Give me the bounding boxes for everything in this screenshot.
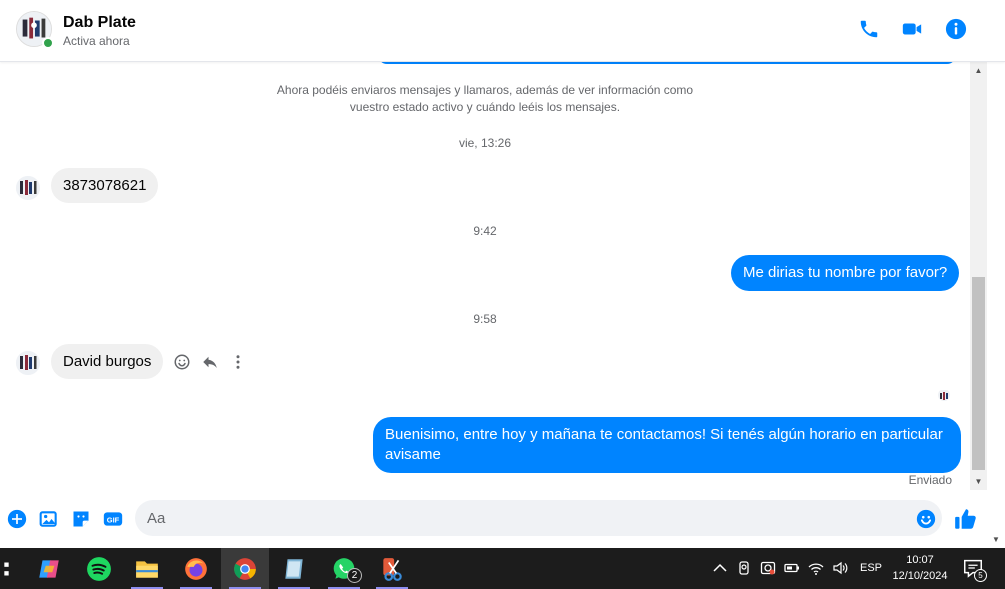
sync-tray-icon [760, 561, 776, 575]
reply-button[interactable] [199, 351, 221, 373]
vertical-dots-icon [236, 355, 240, 369]
conversation-info-button[interactable] [944, 17, 968, 41]
chrome-icon [234, 557, 256, 580]
message-composer: GIF [0, 490, 1005, 548]
svg-text:GIF: GIF [107, 515, 120, 524]
seen-indicator-avatar [938, 389, 950, 401]
show-hidden-icons-button[interactable] [710, 558, 730, 578]
taskbar-snipping-tool[interactable] [368, 548, 416, 589]
messenger-window: Dab Plate Activa ahora Ahora podéis envi… [0, 0, 1005, 589]
clock-time: 10:07 [906, 554, 934, 566]
taskbar-firefox[interactable] [172, 548, 220, 589]
grid-icon [4, 562, 9, 575]
send-like-button[interactable] [953, 506, 979, 532]
video-camera-icon [902, 23, 922, 35]
notification-count-badge: 5 [974, 569, 987, 582]
sticker-button[interactable] [70, 508, 92, 530]
tray-sync-app[interactable] [758, 558, 778, 578]
online-indicator [42, 37, 54, 49]
wifi-icon [808, 563, 824, 575]
thumbs-up-icon [955, 509, 976, 529]
gif-button[interactable]: GIF [102, 508, 124, 530]
tray-volume[interactable] [830, 558, 850, 578]
reply-arrow-icon [203, 356, 217, 368]
incoming-message[interactable]: 3873078621 [51, 168, 159, 203]
image-icon [39, 511, 57, 527]
timestamp-divider: vie, 13:26 [458, 136, 512, 150]
system-clock[interactable]: 10:07 12/10/2024 [888, 552, 952, 584]
windows-taskbar: 2 ESP 10:07 12/10/2024 5 [0, 548, 1005, 589]
chat-header: Dab Plate Activa ahora [0, 0, 1005, 62]
timestamp-divider: 9:58 [473, 312, 497, 326]
task-view-button[interactable] [0, 548, 24, 589]
plus-circle-icon [7, 509, 27, 529]
info-icon [945, 18, 967, 40]
audio-call-button[interactable] [857, 17, 881, 41]
battery-icon [784, 563, 799, 573]
timestamp-divider: 9:42 [473, 224, 497, 238]
copilot-icon [39, 559, 59, 578]
unread-count-badge: 2 [347, 568, 362, 583]
tray-wifi[interactable] [806, 558, 826, 578]
sender-avatar [16, 351, 40, 375]
sender-avatar [16, 176, 40, 200]
scroll-down-arrow[interactable]: ▼ [970, 473, 987, 490]
taskbar-file-explorer[interactable] [123, 548, 171, 589]
incoming-message[interactable]: David burgos [51, 344, 164, 379]
message-input[interactable] [135, 500, 942, 536]
tray-battery[interactable] [782, 558, 802, 578]
outgoing-message[interactable]: Me dirias tu nombre por favor? [731, 255, 960, 291]
notebook-icon [285, 558, 303, 579]
contact-status: Activa ahora [63, 34, 130, 48]
notification-center-button[interactable]: 5 [962, 557, 988, 582]
taskbar-chrome[interactable] [221, 548, 269, 589]
clock-date: 12/10/2024 [892, 570, 948, 582]
phone-icon [860, 20, 878, 38]
taskbar-spotify[interactable] [75, 548, 123, 589]
speaker-icon [833, 561, 848, 575]
taskbar-copilot[interactable] [25, 548, 73, 589]
camera-tray-icon [739, 561, 749, 575]
message-list[interactable]: Ahora podéis enviaros mensajes y llamaro… [0, 62, 970, 490]
emoji-button[interactable] [915, 508, 937, 530]
smiley-icon [174, 354, 190, 370]
gif-icon: GIF [103, 512, 123, 526]
contact-name[interactable]: Dab Plate [63, 14, 136, 32]
tray-meet-now[interactable] [734, 558, 754, 578]
input-language-indicator[interactable]: ESP [860, 562, 882, 574]
horizontal-scroll-arrow[interactable]: ▼ [987, 530, 1005, 548]
scissors-icon [383, 557, 402, 581]
taskbar-whatsapp[interactable]: 2 [320, 548, 368, 589]
video-call-button[interactable] [900, 17, 924, 41]
spotify-icon [87, 556, 111, 581]
smiley-icon [916, 509, 936, 529]
previous-outgoing-message[interactable] [378, 62, 956, 64]
attach-media-button[interactable] [38, 508, 60, 530]
outgoing-message[interactable]: Buenisimo, entre hoy y mañana te contact… [373, 417, 961, 473]
taskbar-notes-app[interactable] [270, 548, 318, 589]
sticker-icon [73, 511, 89, 527]
delivery-status: Enviado [908, 473, 952, 487]
firefox-icon [185, 557, 207, 580]
scrollbar-thumb[interactable] [972, 277, 985, 470]
encryption-notice: Ahora podéis enviaros mensajes y llamaro… [276, 83, 694, 114]
more-actions-button[interactable] [6, 508, 28, 530]
folder-icon [136, 560, 158, 578]
more-options-button[interactable] [227, 351, 249, 373]
chat-scrollbar[interactable]: ▲ ▼ [970, 62, 987, 490]
react-button[interactable] [171, 351, 193, 373]
scroll-up-arrow[interactable]: ▲ [970, 62, 987, 79]
chevron-up-icon [713, 563, 727, 572]
